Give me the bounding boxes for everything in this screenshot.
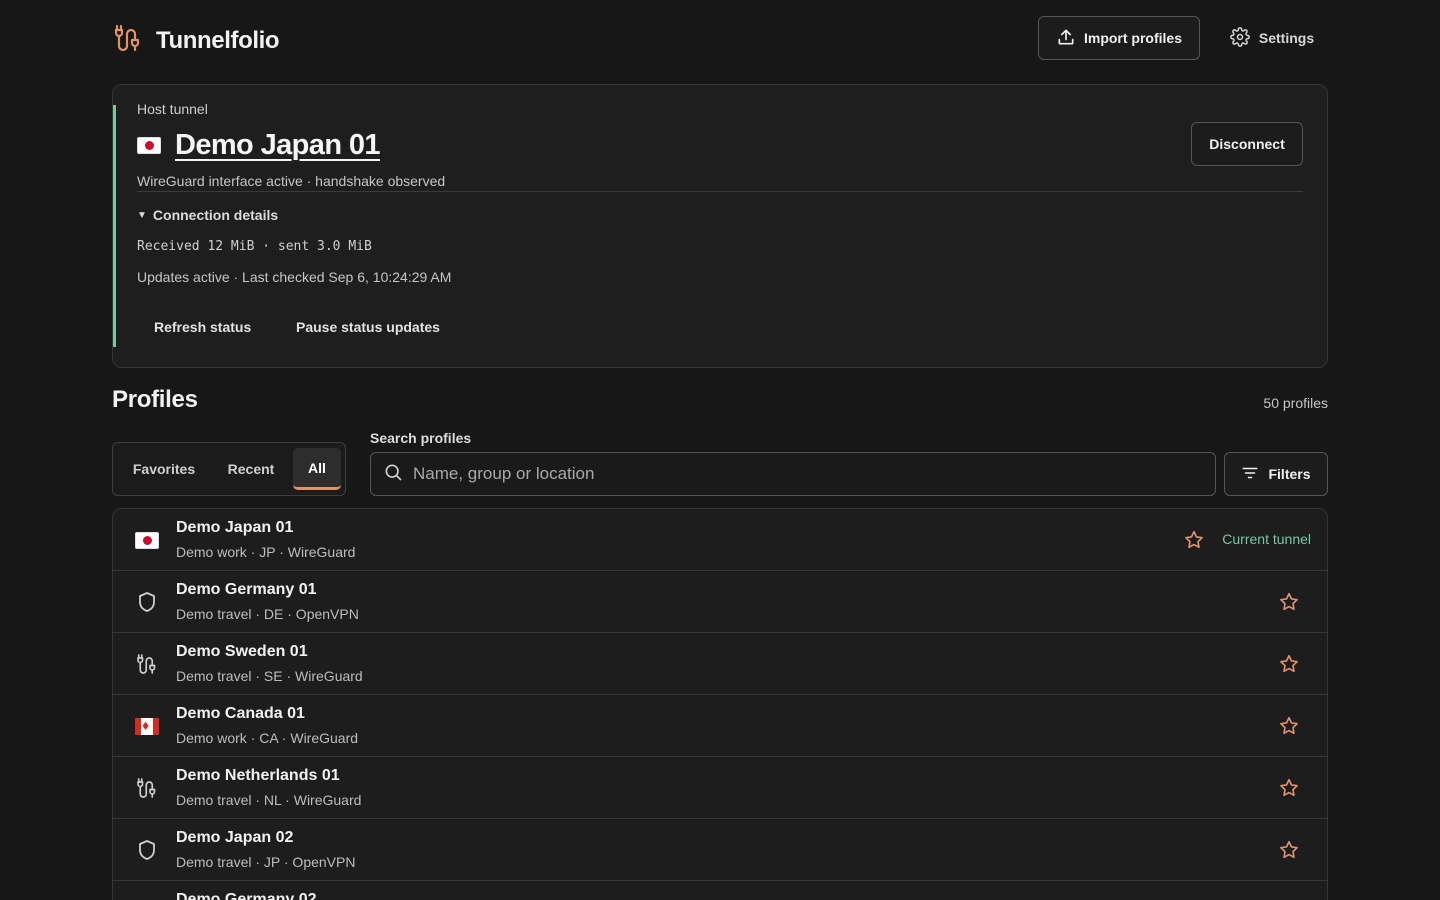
star-icon[interactable] xyxy=(1278,591,1300,613)
upload-icon xyxy=(1056,27,1076,50)
host-tunnel-subtitle: WireGuard interface active · handshake o… xyxy=(137,173,446,189)
profile-meta: Demo travel · DE · OpenVPN xyxy=(176,606,359,622)
current-tunnel-badge: Current tunnel xyxy=(1222,531,1311,547)
profile-row[interactable]: Demo Sweden 01 Demo travel · SE · WireGu… xyxy=(113,633,1327,695)
settings-button[interactable]: Settings xyxy=(1216,16,1328,60)
profile-name: Demo Germany 02 xyxy=(176,891,317,900)
flag-jp-icon xyxy=(135,531,159,549)
connection-details-toggle[interactable]: ▼ Connection details xyxy=(137,207,278,223)
connection-details-label: Connection details xyxy=(152,207,279,223)
tunnel-logo-icon xyxy=(112,22,144,59)
star-icon[interactable] xyxy=(1278,653,1300,675)
tab-favorites[interactable]: Favorites xyxy=(117,448,211,490)
disconnect-button[interactable]: Disconnect xyxy=(1191,122,1303,166)
search-box xyxy=(370,452,1216,496)
triangle-down-icon: ▼ xyxy=(137,209,147,221)
host-tunnel-card: Host tunnel Demo Japan 01 WireGuard inte… xyxy=(112,84,1328,368)
refresh-status-button[interactable]: Refresh status xyxy=(137,309,268,345)
star-icon[interactable] xyxy=(1278,715,1300,737)
import-profiles-label: Import profiles xyxy=(1083,30,1182,46)
profile-name: Demo Netherlands 01 xyxy=(176,767,340,784)
profiles-heading: Profiles xyxy=(112,386,198,413)
host-title-row: Demo Japan 01 xyxy=(137,129,381,162)
profiles-count: 50 profiles xyxy=(1263,395,1328,411)
star-icon[interactable] xyxy=(1278,777,1300,799)
status-accent-bar xyxy=(113,105,116,347)
star-icon[interactable] xyxy=(1183,529,1205,551)
profile-row[interactable]: Demo Netherlands 01 Demo travel · NL · W… xyxy=(113,757,1327,819)
tunnel-icon xyxy=(135,776,159,800)
profile-row[interactable]: Demo Japan 01 Demo work · JP · WireGuard… xyxy=(113,509,1327,571)
search-label: Search profiles xyxy=(370,430,472,446)
profile-name: Demo Japan 02 xyxy=(176,829,294,846)
flag-jp-icon xyxy=(137,137,161,154)
host-tunnel-title[interactable]: Demo Japan 01 xyxy=(175,129,381,162)
profile-view-tabs: Favorites Recent All xyxy=(112,442,346,496)
profile-name: Demo Germany 01 xyxy=(176,581,317,598)
profile-name: Demo Japan 01 xyxy=(176,519,294,536)
traffic-stats: Received 12 MiB · sent 3.0 MiB xyxy=(137,239,372,254)
profile-row[interactable]: Demo Canada 01 Demo work · CA · WireGuar… xyxy=(113,695,1327,757)
profile-meta: Demo work · JP · WireGuard xyxy=(176,544,356,560)
update-status: Updates active · Last checked Sep 6, 10:… xyxy=(137,269,452,285)
pause-status-updates-button[interactable]: Pause status updates xyxy=(279,309,457,345)
profile-meta: Demo travel · JP · OpenVPN xyxy=(176,854,356,870)
filters-button[interactable]: Filters xyxy=(1224,452,1328,496)
tunnel-icon xyxy=(135,652,159,676)
profile-meta: Demo work · CA · WireGuard xyxy=(176,730,359,746)
brand[interactable]: Tunnelfolio xyxy=(112,22,280,59)
search-input[interactable] xyxy=(413,464,1193,484)
profile-meta: Demo travel · SE · WireGuard xyxy=(176,668,363,684)
profile-row[interactable]: Demo Germany 02 xyxy=(113,881,1327,900)
import-profiles-button[interactable]: Import profiles xyxy=(1038,16,1200,60)
search-icon xyxy=(383,462,403,487)
profile-row[interactable]: Demo Japan 02 Demo travel · JP · OpenVPN xyxy=(113,819,1327,881)
divider xyxy=(137,191,1303,192)
flag-ca-icon xyxy=(135,717,159,735)
app-root: Tunnelfolio Import profiles Settings Hos… xyxy=(112,0,1328,900)
tab-recent[interactable]: Recent xyxy=(211,448,291,490)
shield-icon xyxy=(135,590,159,614)
app-name: Tunnelfolio xyxy=(156,26,280,54)
app-header: Tunnelfolio Import profiles Settings xyxy=(112,0,1328,84)
profile-name: Demo Canada 01 xyxy=(176,705,305,722)
filters-label: Filters xyxy=(1268,466,1311,482)
profile-meta: Demo travel · NL · WireGuard xyxy=(176,792,362,808)
tab-all[interactable]: All xyxy=(293,448,341,490)
profile-row[interactable]: Demo Germany 01 Demo travel · DE · OpenV… xyxy=(113,571,1327,633)
gear-icon xyxy=(1230,26,1250,50)
host-tunnel-label: Host tunnel xyxy=(137,101,208,117)
shield-icon xyxy=(135,838,159,862)
star-icon[interactable] xyxy=(1278,839,1300,861)
filter-icon xyxy=(1241,464,1259,485)
settings-label: Settings xyxy=(1258,30,1315,46)
profile-name: Demo Sweden 01 xyxy=(176,643,308,660)
profile-list: Demo Japan 01 Demo work · JP · WireGuard… xyxy=(112,508,1328,900)
